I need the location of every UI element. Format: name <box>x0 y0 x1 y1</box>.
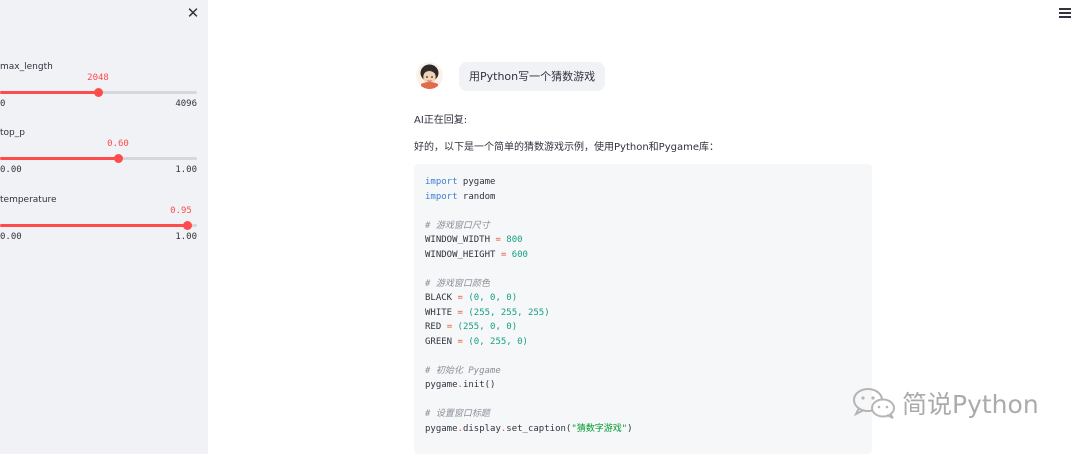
assistant-status: AI正在回复: <box>414 115 468 126</box>
watermark: 简说Python <box>850 386 1039 420</box>
slider-max: 1.00 <box>175 232 197 242</box>
slider-thumb[interactable] <box>93 88 103 97</box>
slider-max: 4096 <box>175 99 197 109</box>
sidebar: ✕ max_length 2048 0 4096 top_p 0.60 0.00… <box>0 0 208 454</box>
hamburger-menu-icon[interactable] <box>1059 8 1071 18</box>
user-message: 用Python写一个猜数游戏 <box>459 62 606 91</box>
close-icon[interactable]: ✕ <box>186 6 200 21</box>
slider-track[interactable] <box>0 221 197 230</box>
slider-fill <box>0 91 98 94</box>
slider-fill <box>0 157 118 160</box>
slider-value: 2048 <box>87 73 109 83</box>
slider-track[interactable] <box>0 88 197 97</box>
slider-min: 0.00 <box>0 232 22 242</box>
code-text: import pygame import random # 游戏窗口尺寸 WIN… <box>425 177 633 434</box>
slider-thumb[interactable] <box>182 221 192 230</box>
slider-track[interactable] <box>0 154 197 163</box>
wechat-logo-icon <box>853 388 895 419</box>
slider-value: 0.60 <box>107 139 129 149</box>
slider-thumb[interactable] <box>113 154 123 163</box>
slider-min: 0.00 <box>0 165 22 175</box>
slider-max: 1.00 <box>175 165 197 175</box>
slider-label: temperature <box>0 195 57 205</box>
watermark-text: 简说Python <box>902 390 1039 419</box>
slider-min: 0 <box>0 99 6 109</box>
slider-label: max_length <box>0 62 53 72</box>
slider-label: top_p <box>0 128 25 138</box>
assistant-intro: 好的，以下是一个简单的猜数游戏示例，使用Python和Pygame库： <box>414 142 719 153</box>
user-avatar <box>416 62 443 89</box>
code-block: import pygame import random # 游戏窗口尺寸 WIN… <box>414 164 872 454</box>
slider-fill <box>0 224 187 227</box>
slider-value: 0.95 <box>170 206 192 216</box>
